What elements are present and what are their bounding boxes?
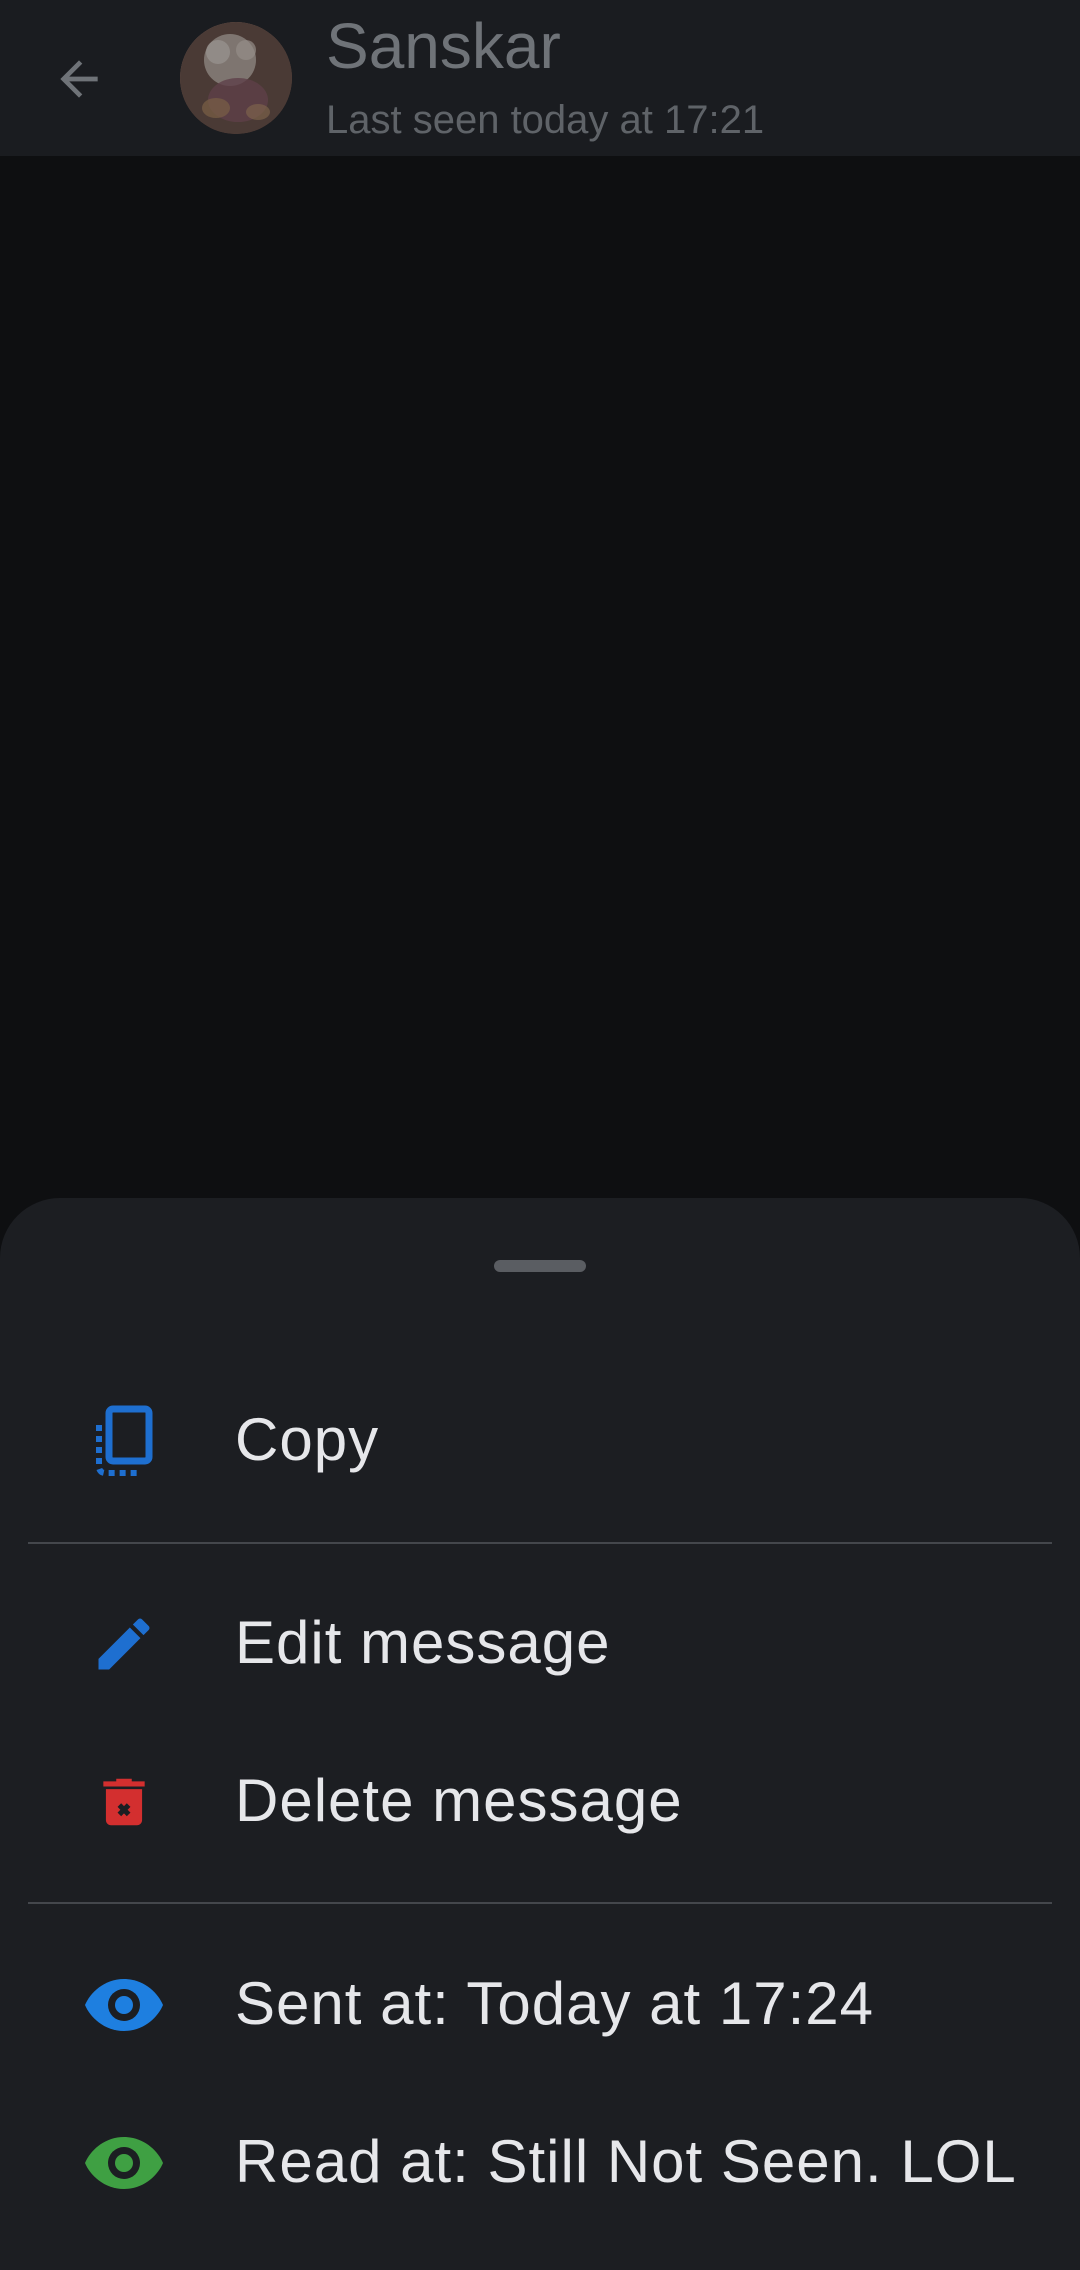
eye-icon	[84, 2123, 164, 2203]
eye-icon	[84, 1965, 164, 2045]
sent-at-label: Sent at: Today at 17:24	[235, 1970, 875, 2037]
trash-icon	[84, 1762, 164, 1842]
divider	[28, 1902, 1052, 1904]
contact-avatar[interactable]	[180, 22, 292, 134]
arrow-left-icon	[60, 60, 98, 98]
sent-at-info: Sent at: Today at 17:24	[0, 1928, 1080, 2078]
last-seen-status: Last seen today at 17:21	[326, 98, 765, 142]
read-at-info: Read at: Still Not Seen. LOL	[0, 2086, 1080, 2236]
contact-name[interactable]: Sanskar	[326, 14, 561, 78]
copy-label: Copy	[235, 1406, 380, 1473]
message-list[interactable]	[0, 156, 1080, 1200]
read-at-label: Read at: Still Not Seen. LOL	[235, 2128, 1017, 2195]
copy-icon	[84, 1401, 164, 1481]
delete-message-label: Delete message	[235, 1767, 683, 1834]
message-options-sheet: Copy Edit message Delete message Sent at…	[0, 1198, 1080, 2270]
drag-handle[interactable]	[494, 1260, 586, 1272]
edit-message-option[interactable]: Edit message	[0, 1567, 1080, 1717]
copy-option[interactable]: Copy	[0, 1364, 1080, 1514]
avatar-image	[180, 22, 292, 134]
delete-message-option[interactable]: Delete message	[0, 1725, 1080, 1875]
chat-screen: Sanskar Last seen today at 17:21 Copy Ed…	[0, 0, 1080, 2270]
edit-message-label: Edit message	[235, 1609, 611, 1676]
divider	[28, 1542, 1052, 1544]
back-button[interactable]	[40, 40, 118, 118]
pencil-icon	[84, 1604, 164, 1684]
chat-header: Sanskar Last seen today at 17:21	[0, 0, 1080, 156]
